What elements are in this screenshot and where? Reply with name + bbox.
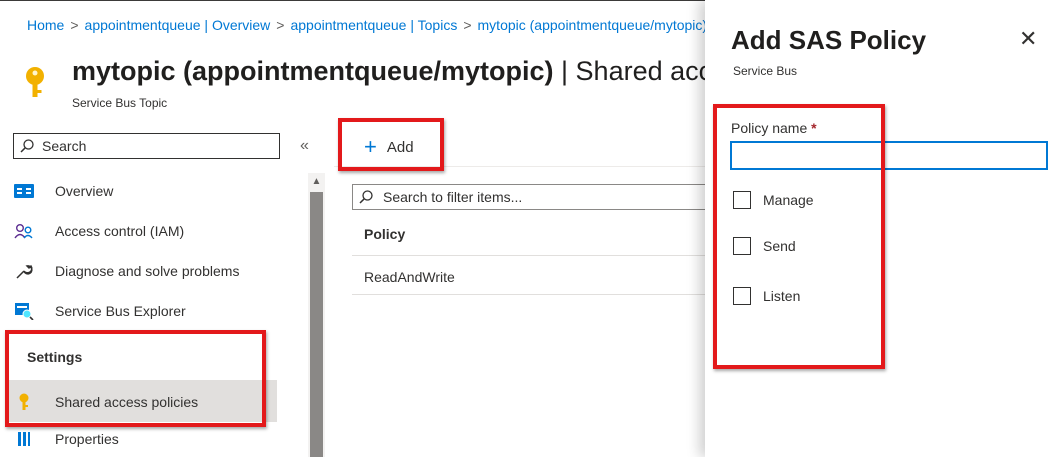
listen-checkbox-row[interactable]: Listen <box>733 285 800 307</box>
sidebar-item-label: Diagnose and solve problems <box>55 263 240 279</box>
breadcrumb: Home > appointmentqueue | Overview > appoint… <box>27 17 705 33</box>
filter-placeholder: Search to filter items... <box>383 189 523 205</box>
close-icon[interactable]: ✕ <box>1019 26 1037 52</box>
send-checkbox[interactable] <box>733 237 751 255</box>
breadcrumb-overview[interactable]: appointmentqueue | Overview <box>85 17 271 33</box>
scrollbar-thumb[interactable] <box>310 192 323 457</box>
wrench-icon <box>13 262 35 280</box>
search-icon <box>20 139 34 153</box>
manage-checkbox[interactable] <box>733 191 751 209</box>
policy-name-input[interactable] <box>730 141 1048 170</box>
sidebar-item-label: Overview <box>55 183 114 199</box>
sidebar-item-label: Access control (IAM) <box>55 223 185 239</box>
column-header-policy[interactable]: Policy <box>364 226 405 242</box>
add-button-label: Add <box>386 138 414 156</box>
top-border <box>0 0 705 1</box>
sidebar-item-label: Shared access policies <box>55 394 199 410</box>
sidebar-search-text: Search <box>42 138 87 154</box>
page-subtitle: Service Bus Topic <box>72 96 168 110</box>
sidebar-item-properties[interactable]: Properties <box>13 428 119 450</box>
manage-checkbox-label: Manage <box>763 192 814 208</box>
overview-icon <box>13 182 35 200</box>
collapse-sidebar-button[interactable]: « <box>300 137 309 155</box>
people-icon <box>13 222 35 240</box>
breadcrumb-separator: > <box>463 17 472 33</box>
send-checkbox-row[interactable]: Send <box>733 235 796 257</box>
policy-name-label: Policy name * <box>731 120 817 136</box>
breadcrumb-home[interactable]: Home <box>27 17 64 33</box>
add-button[interactable]: + Add <box>364 136 414 158</box>
row-divider <box>352 294 705 295</box>
toolbar-divider <box>334 166 705 167</box>
plus-icon: + <box>364 134 377 159</box>
breadcrumb-topics[interactable]: appointmentqueue | Topics <box>290 17 457 33</box>
sidebar-item-overview[interactable]: Overview <box>13 180 113 202</box>
key-icon <box>13 393 35 411</box>
breadcrumb-separator: > <box>70 17 79 33</box>
sidebar-item-access-control[interactable]: Access control (IAM) <box>13 220 184 242</box>
page-title: mytopic (appointmentqueue/mytopic) | Sha… <box>72 56 705 87</box>
sidebar-item-shared-access-policies[interactable]: Shared access policies <box>13 391 198 413</box>
page-title-main: mytopic (appointmentqueue/mytopic) <box>72 56 554 86</box>
sidebar-item-service-bus-explorer[interactable]: Service Bus Explorer <box>13 300 186 322</box>
listen-checkbox-label: Listen <box>763 288 801 304</box>
required-marker: * <box>811 120 817 136</box>
search-icon <box>359 190 373 204</box>
sidebar-item-diagnose[interactable]: Diagnose and solve problems <box>13 260 239 282</box>
properties-icon <box>13 430 35 448</box>
send-checkbox-label: Send <box>763 238 796 254</box>
manage-checkbox-row[interactable]: Manage <box>733 189 814 211</box>
filter-search-input[interactable]: Search to filter items... <box>352 184 705 210</box>
page-title-rest: | Shared access policies <box>561 56 705 86</box>
key-icon <box>26 67 44 97</box>
explorer-icon <box>13 302 35 320</box>
panel-title: Add SAS Policy <box>731 25 927 55</box>
sidebar-search-input[interactable]: Search <box>13 133 280 159</box>
sidebar-item-label: Properties <box>55 431 119 447</box>
table-row[interactable]: ReadAndWrite <box>364 269 455 285</box>
scroll-up-arrow-icon[interactable]: ▲ <box>308 173 325 190</box>
listen-checkbox[interactable] <box>733 287 751 305</box>
policy-name-label-text: Policy name <box>731 120 808 136</box>
panel-subtitle: Service Bus <box>733 64 798 78</box>
settings-section-header: Settings <box>27 349 83 365</box>
header-divider <box>352 255 705 256</box>
sidebar-item-label: Service Bus Explorer <box>55 303 186 319</box>
breadcrumb-mytopic[interactable]: mytopic (appointmentqueue/mytopic) <box>478 17 705 33</box>
breadcrumb-separator: > <box>276 17 285 33</box>
